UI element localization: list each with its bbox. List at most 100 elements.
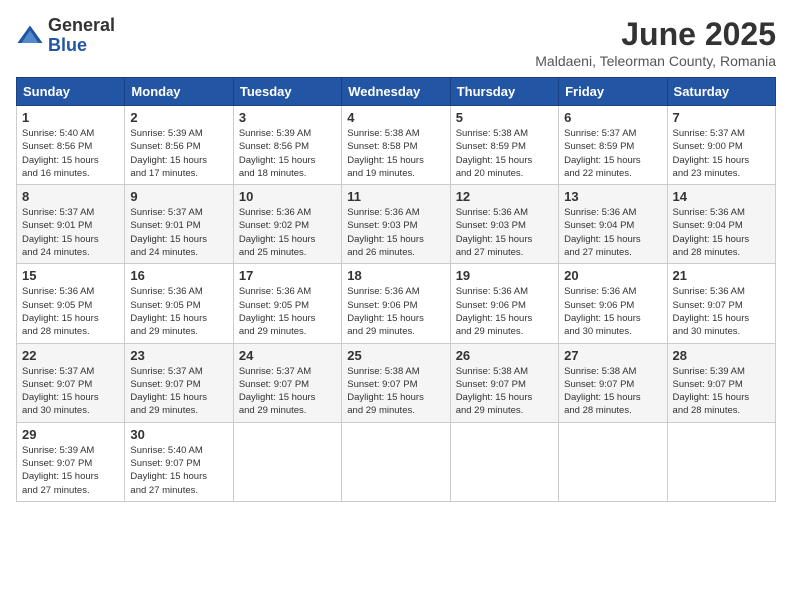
- table-row: 10 Sunrise: 5:36 AM Sunset: 9:02 PM Dayl…: [233, 185, 341, 264]
- day-number: 23: [130, 348, 227, 363]
- table-row: 26 Sunrise: 5:38 AM Sunset: 9:07 PM Dayl…: [450, 343, 558, 422]
- cell-info: Sunrise: 5:40 AM Sunset: 8:56 PM Dayligh…: [22, 127, 119, 180]
- table-row: 13 Sunrise: 5:36 AM Sunset: 9:04 PM Dayl…: [559, 185, 667, 264]
- table-row: 30 Sunrise: 5:40 AM Sunset: 9:07 PM Dayl…: [125, 422, 233, 501]
- table-row: [559, 422, 667, 501]
- cell-info: Sunrise: 5:36 AM Sunset: 9:03 PM Dayligh…: [347, 206, 444, 259]
- table-row: [233, 422, 341, 501]
- col-tuesday: Tuesday: [233, 78, 341, 106]
- table-row: 5 Sunrise: 5:38 AM Sunset: 8:59 PM Dayli…: [450, 106, 558, 185]
- table-row: 23 Sunrise: 5:37 AM Sunset: 9:07 PM Dayl…: [125, 343, 233, 422]
- cell-info: Sunrise: 5:36 AM Sunset: 9:05 PM Dayligh…: [22, 285, 119, 338]
- day-number: 2: [130, 110, 227, 125]
- logo-icon: [16, 22, 44, 50]
- col-friday: Friday: [559, 78, 667, 106]
- cell-info: Sunrise: 5:36 AM Sunset: 9:05 PM Dayligh…: [239, 285, 336, 338]
- col-thursday: Thursday: [450, 78, 558, 106]
- day-number: 27: [564, 348, 661, 363]
- day-number: 14: [673, 189, 770, 204]
- table-row: 4 Sunrise: 5:38 AM Sunset: 8:58 PM Dayli…: [342, 106, 450, 185]
- cell-info: Sunrise: 5:36 AM Sunset: 9:04 PM Dayligh…: [564, 206, 661, 259]
- cell-info: Sunrise: 5:37 AM Sunset: 9:07 PM Dayligh…: [130, 365, 227, 418]
- cell-info: Sunrise: 5:37 AM Sunset: 9:07 PM Dayligh…: [239, 365, 336, 418]
- location-title: Maldaeni, Teleorman County, Romania: [535, 53, 776, 69]
- cell-info: Sunrise: 5:40 AM Sunset: 9:07 PM Dayligh…: [130, 444, 227, 497]
- cell-info: Sunrise: 5:38 AM Sunset: 9:07 PM Dayligh…: [347, 365, 444, 418]
- cell-info: Sunrise: 5:36 AM Sunset: 9:04 PM Dayligh…: [673, 206, 770, 259]
- table-row: [667, 422, 775, 501]
- table-row: 21 Sunrise: 5:36 AM Sunset: 9:07 PM Dayl…: [667, 264, 775, 343]
- col-sunday: Sunday: [17, 78, 125, 106]
- table-row: 19 Sunrise: 5:36 AM Sunset: 9:06 PM Dayl…: [450, 264, 558, 343]
- col-saturday: Saturday: [667, 78, 775, 106]
- cell-info: Sunrise: 5:37 AM Sunset: 9:01 PM Dayligh…: [22, 206, 119, 259]
- col-wednesday: Wednesday: [342, 78, 450, 106]
- cell-info: Sunrise: 5:36 AM Sunset: 9:06 PM Dayligh…: [347, 285, 444, 338]
- cell-info: Sunrise: 5:37 AM Sunset: 9:07 PM Dayligh…: [22, 365, 119, 418]
- day-number: 15: [22, 268, 119, 283]
- month-title: June 2025: [535, 16, 776, 53]
- cell-info: Sunrise: 5:38 AM Sunset: 9:07 PM Dayligh…: [564, 365, 661, 418]
- table-row: 14 Sunrise: 5:36 AM Sunset: 9:04 PM Dayl…: [667, 185, 775, 264]
- day-number: 7: [673, 110, 770, 125]
- table-row: 12 Sunrise: 5:36 AM Sunset: 9:03 PM Dayl…: [450, 185, 558, 264]
- col-monday: Monday: [125, 78, 233, 106]
- logo: General Blue: [16, 16, 115, 56]
- day-number: 19: [456, 268, 553, 283]
- table-row: 25 Sunrise: 5:38 AM Sunset: 9:07 PM Dayl…: [342, 343, 450, 422]
- day-number: 16: [130, 268, 227, 283]
- day-number: 8: [22, 189, 119, 204]
- table-row: 17 Sunrise: 5:36 AM Sunset: 9:05 PM Dayl…: [233, 264, 341, 343]
- cell-info: Sunrise: 5:36 AM Sunset: 9:07 PM Dayligh…: [673, 285, 770, 338]
- day-number: 1: [22, 110, 119, 125]
- table-row: 18 Sunrise: 5:36 AM Sunset: 9:06 PM Dayl…: [342, 264, 450, 343]
- day-number: 12: [456, 189, 553, 204]
- cell-info: Sunrise: 5:36 AM Sunset: 9:03 PM Dayligh…: [456, 206, 553, 259]
- day-number: 29: [22, 427, 119, 442]
- cell-info: Sunrise: 5:36 AM Sunset: 9:06 PM Dayligh…: [456, 285, 553, 338]
- cell-info: Sunrise: 5:38 AM Sunset: 8:59 PM Dayligh…: [456, 127, 553, 180]
- day-number: 28: [673, 348, 770, 363]
- table-row: 22 Sunrise: 5:37 AM Sunset: 9:07 PM Dayl…: [17, 343, 125, 422]
- day-number: 5: [456, 110, 553, 125]
- table-row: 8 Sunrise: 5:37 AM Sunset: 9:01 PM Dayli…: [17, 185, 125, 264]
- logo-general: General: [48, 16, 115, 36]
- day-number: 6: [564, 110, 661, 125]
- header: General Blue June 2025 Maldaeni, Teleorm…: [16, 16, 776, 69]
- table-row: 15 Sunrise: 5:36 AM Sunset: 9:05 PM Dayl…: [17, 264, 125, 343]
- day-number: 10: [239, 189, 336, 204]
- cell-info: Sunrise: 5:39 AM Sunset: 9:07 PM Dayligh…: [22, 444, 119, 497]
- day-number: 20: [564, 268, 661, 283]
- cell-info: Sunrise: 5:37 AM Sunset: 8:59 PM Dayligh…: [564, 127, 661, 180]
- cell-info: Sunrise: 5:37 AM Sunset: 9:01 PM Dayligh…: [130, 206, 227, 259]
- cell-info: Sunrise: 5:36 AM Sunset: 9:06 PM Dayligh…: [564, 285, 661, 338]
- table-row: 11 Sunrise: 5:36 AM Sunset: 9:03 PM Dayl…: [342, 185, 450, 264]
- day-number: 3: [239, 110, 336, 125]
- day-number: 17: [239, 268, 336, 283]
- weekday-header-row: Sunday Monday Tuesday Wednesday Thursday…: [17, 78, 776, 106]
- title-area: June 2025 Maldaeni, Teleorman County, Ro…: [535, 16, 776, 69]
- cell-info: Sunrise: 5:38 AM Sunset: 9:07 PM Dayligh…: [456, 365, 553, 418]
- day-number: 9: [130, 189, 227, 204]
- table-row: 2 Sunrise: 5:39 AM Sunset: 8:56 PM Dayli…: [125, 106, 233, 185]
- table-row: 16 Sunrise: 5:36 AM Sunset: 9:05 PM Dayl…: [125, 264, 233, 343]
- table-row: 24 Sunrise: 5:37 AM Sunset: 9:07 PM Dayl…: [233, 343, 341, 422]
- table-row: [342, 422, 450, 501]
- table-row: 6 Sunrise: 5:37 AM Sunset: 8:59 PM Dayli…: [559, 106, 667, 185]
- cell-info: Sunrise: 5:39 AM Sunset: 8:56 PM Dayligh…: [239, 127, 336, 180]
- day-number: 25: [347, 348, 444, 363]
- day-number: 21: [673, 268, 770, 283]
- cell-info: Sunrise: 5:39 AM Sunset: 9:07 PM Dayligh…: [673, 365, 770, 418]
- table-row: 7 Sunrise: 5:37 AM Sunset: 9:00 PM Dayli…: [667, 106, 775, 185]
- day-number: 22: [22, 348, 119, 363]
- table-row: 29 Sunrise: 5:39 AM Sunset: 9:07 PM Dayl…: [17, 422, 125, 501]
- cell-info: Sunrise: 5:38 AM Sunset: 8:58 PM Dayligh…: [347, 127, 444, 180]
- cell-info: Sunrise: 5:36 AM Sunset: 9:05 PM Dayligh…: [130, 285, 227, 338]
- table-row: 28 Sunrise: 5:39 AM Sunset: 9:07 PM Dayl…: [667, 343, 775, 422]
- day-number: 24: [239, 348, 336, 363]
- day-number: 26: [456, 348, 553, 363]
- table-row: [450, 422, 558, 501]
- cell-info: Sunrise: 5:37 AM Sunset: 9:00 PM Dayligh…: [673, 127, 770, 180]
- calendar: Sunday Monday Tuesday Wednesday Thursday…: [16, 77, 776, 502]
- cell-info: Sunrise: 5:39 AM Sunset: 8:56 PM Dayligh…: [130, 127, 227, 180]
